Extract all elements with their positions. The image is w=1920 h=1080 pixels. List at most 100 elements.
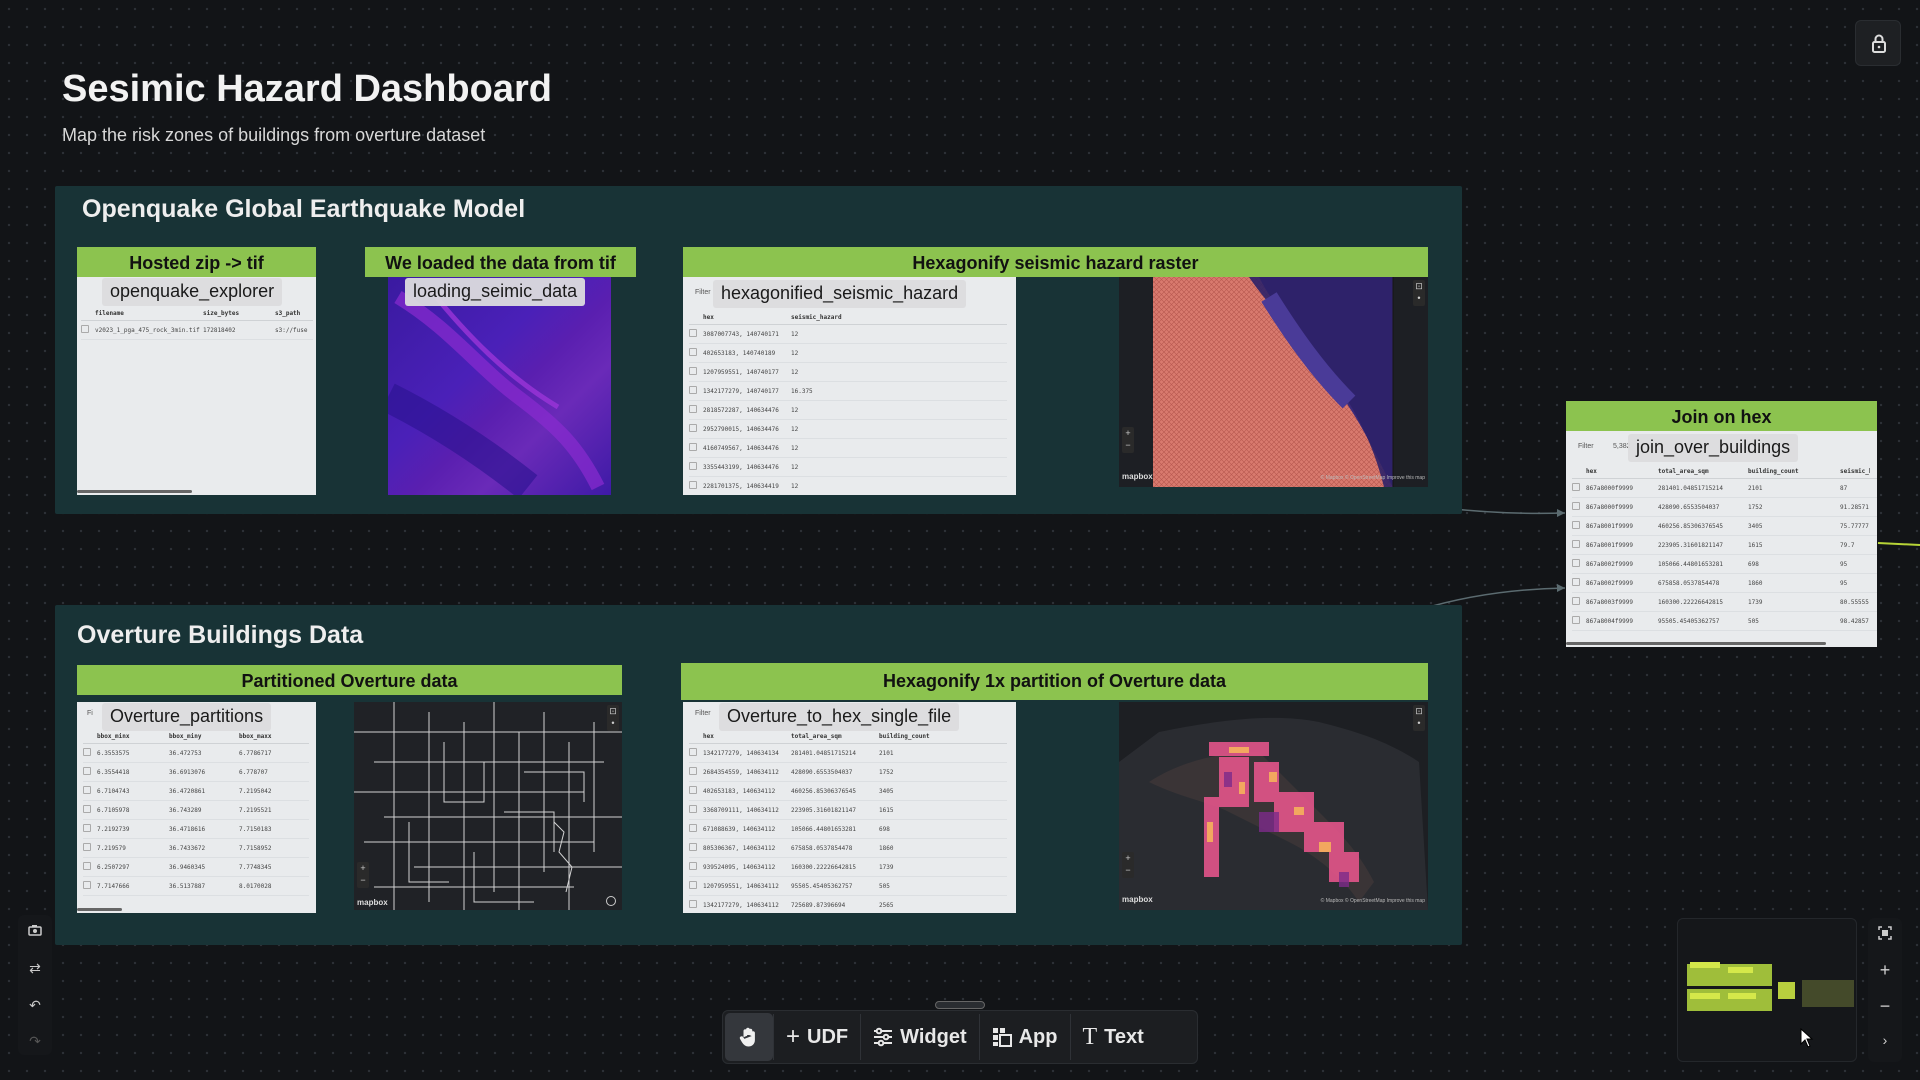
table-panel[interactable]: Filter 5,382 hex total_area_sqm building…	[1566, 431, 1877, 647]
row-checkbox[interactable]	[81, 325, 95, 335]
row-checkbox[interactable]	[689, 481, 703, 491]
row-checkbox[interactable]	[689, 748, 703, 758]
row-checkbox[interactable]	[1572, 540, 1586, 550]
map-partitions[interactable]: ⊡ • + − mapbox	[354, 702, 622, 910]
table-row[interactable]: 4160749567, 140634476 12	[689, 439, 1007, 458]
table-row[interactable]: 2818572287, 140634476 12	[689, 401, 1007, 420]
table-row[interactable]: 867a8001f9999 223905.31601821147 1615 79.7	[1572, 536, 1877, 555]
table-row[interactable]: 6.7105978 36.743289 7.2195521	[83, 801, 309, 820]
row-checkbox[interactable]	[83, 824, 97, 834]
filter-button[interactable]: Filter	[695, 289, 711, 296]
table-row[interactable]: 7.2192739 36.4718616 7.7150183	[83, 820, 309, 839]
table-row[interactable]: 939524095, 140634112 160300.22226642815 17…	[689, 858, 1007, 877]
row-checkbox[interactable]	[689, 386, 703, 396]
row-checkbox[interactable]	[689, 348, 703, 358]
row-checkbox[interactable]	[689, 767, 703, 777]
column-header[interactable]: bbox_minx	[97, 733, 169, 740]
column-header[interactable]: hex	[703, 314, 791, 321]
row-checkbox[interactable]	[1572, 483, 1586, 493]
card-hexagonify-raster[interactable]: Hexagonify seismic hazard raster Filter …	[683, 247, 1428, 497]
table-hexagonified[interactable]: hex seismic_hazard 3087007743, 140740171…	[689, 311, 1007, 495]
table-row[interactable]: 805306367, 140634112 675858.0537854478 186…	[689, 839, 1007, 858]
row-checkbox[interactable]	[83, 767, 97, 777]
table-row[interactable]: 671088639, 140634112 105066.44801653281 69…	[689, 820, 1007, 839]
filter-button[interactable]: Filter	[1578, 443, 1594, 450]
add-udf-button[interactable]: + UDF	[774, 1013, 860, 1061]
table-row[interactable]: 867a8002f9999 675858.0537854478 1860 95	[1572, 574, 1877, 593]
filter-button[interactable]: Fi	[87, 710, 93, 717]
table-row[interactable]: v2023_1_pga_475_rock_3min.tif 172818402 …	[81, 321, 313, 340]
row-checkbox[interactable]	[1572, 559, 1586, 569]
table-openquake-explorer[interactable]: filename size_bytes s3_path v2023_1_pga_…	[81, 307, 313, 340]
row-checkbox[interactable]	[1572, 502, 1586, 512]
row-checkbox[interactable]	[689, 881, 703, 891]
column-header[interactable]: seismic_h	[1840, 468, 1870, 475]
row-checkbox[interactable]	[689, 786, 703, 796]
row-checkbox[interactable]	[1572, 616, 1586, 626]
table-panel[interactable]: Fi bbox_minx bbox_miny bbox_maxx 6.35535…	[77, 702, 316, 913]
column-header[interactable]: bbox_maxx	[239, 733, 299, 740]
card-join-hex[interactable]: Join on hex Filter 5,382 hex total_area_…	[1566, 401, 1877, 647]
table-row[interactable]: 7.7147666 36.5137887 8.0170028	[83, 877, 309, 896]
table-row[interactable]: 402653183, 140740189 12	[689, 344, 1007, 363]
map-zoom-control[interactable]: ⊡ •	[1413, 705, 1425, 731]
map-zoom-buttons[interactable]: + −	[1122, 852, 1134, 878]
chevron-right-icon[interactable]: ›	[1868, 1032, 1902, 1048]
card-hexagonify-partition[interactable]: Hexagonify 1x partition of Overture data…	[681, 663, 1428, 913]
table-row[interactable]: 6.3554418 36.6913076 6.778707	[83, 763, 309, 782]
row-checkbox[interactable]	[689, 805, 703, 815]
row-checkbox[interactable]	[689, 329, 703, 339]
row-checkbox[interactable]	[689, 443, 703, 453]
zoom-in-icon[interactable]: +	[1868, 960, 1902, 981]
column-header[interactable]: building_count	[879, 733, 959, 740]
table-row[interactable]: 1342177279, 140634134 281401.04851715214 2…	[689, 744, 1007, 763]
row-checkbox[interactable]	[83, 805, 97, 815]
table-row[interactable]: 1342177279, 140740177 16.375	[689, 382, 1007, 401]
column-header[interactable]: total_area_sqm	[791, 733, 879, 740]
zoom-out-icon[interactable]: −	[1868, 996, 1902, 1017]
map-hexagonified-raster[interactable]: ⊡ • + − mapbox © Mapbox © OpenStreetMap Im…	[1119, 277, 1428, 487]
fit-icon[interactable]	[1868, 926, 1902, 943]
table-row[interactable]: 2281701375, 140634419 12	[689, 477, 1007, 495]
map-zoom-buttons[interactable]: + −	[1122, 427, 1134, 453]
map-zoom-control[interactable]: ⊡ •	[1413, 280, 1425, 306]
table-row[interactable]: 867a8002f9999 105066.44801653281 698 95	[1572, 555, 1877, 574]
table-row[interactable]: 1207959551, 140634112 95505.45405362757 50…	[689, 877, 1007, 896]
panel-drag-handle[interactable]	[935, 1001, 985, 1009]
row-checkbox[interactable]	[689, 405, 703, 415]
table-overture-partitions[interactable]: bbox_minx bbox_miny bbox_maxx 6.3553575 3…	[83, 730, 309, 896]
row-checkbox[interactable]	[1572, 578, 1586, 588]
table-row[interactable]: 7.219579 36.7433672 7.7158952	[83, 839, 309, 858]
column-header[interactable]: filename	[95, 310, 203, 317]
table-row[interactable]: 1207959551, 140740177 12	[689, 363, 1007, 382]
card-loaded-tif[interactable]: We loaded the data from tif loading_seim…	[365, 247, 636, 495]
horizontal-scrollbar[interactable]	[77, 908, 122, 911]
map-overture-hex[interactable]: ⊡ • + − mapbox © Mapbox © OpenStreetMap Im…	[1119, 702, 1428, 910]
row-checkbox[interactable]	[689, 462, 703, 472]
column-header[interactable]: hex	[703, 733, 791, 740]
table-row[interactable]: 3355443199, 140634476 12	[689, 458, 1007, 477]
table-row[interactable]: 402653183, 140634112 460256.85306376545 34…	[689, 782, 1007, 801]
redo-icon[interactable]: ↷	[18, 1033, 52, 1050]
filter-button[interactable]: Filter	[695, 710, 711, 717]
add-text-button[interactable]: T Text	[1071, 1013, 1156, 1061]
column-header[interactable]: size_bytes	[203, 310, 275, 317]
table-row[interactable]: 6.2507297 36.9460345 7.7748345	[83, 858, 309, 877]
row-checkbox[interactable]	[689, 862, 703, 872]
row-checkbox[interactable]	[689, 900, 703, 910]
column-header[interactable]: s3_path	[275, 310, 311, 317]
map-zoom-control[interactable]: ⊡ •	[607, 705, 619, 731]
column-header[interactable]: hex	[1586, 468, 1658, 475]
column-header[interactable]: building_count	[1748, 468, 1840, 475]
camera-icon[interactable]	[18, 923, 52, 940]
table-row[interactable]: 867a8000f9999 428090.6553504037 1752 91.285…	[1572, 498, 1877, 517]
map-info-icon[interactable]	[606, 896, 616, 906]
row-checkbox[interactable]	[1572, 521, 1586, 531]
table-row[interactable]: 867a8004f9999 95505.45405362757 505 98.4285…	[1572, 612, 1877, 631]
table-panel[interactable]: Filter hex seismic_hazard 3087007743, 14…	[683, 277, 1016, 495]
table-panel[interactable]: Filter hex total_area_sqm building_count…	[683, 702, 1016, 913]
swap-icon[interactable]: ⇄	[18, 960, 52, 977]
table-row[interactable]: 3087007743, 140740171 12	[689, 325, 1007, 344]
table-row[interactable]: 6.3553575 36.472753 6.7786717	[83, 744, 309, 763]
add-widget-button[interactable]: Widget	[861, 1013, 978, 1061]
